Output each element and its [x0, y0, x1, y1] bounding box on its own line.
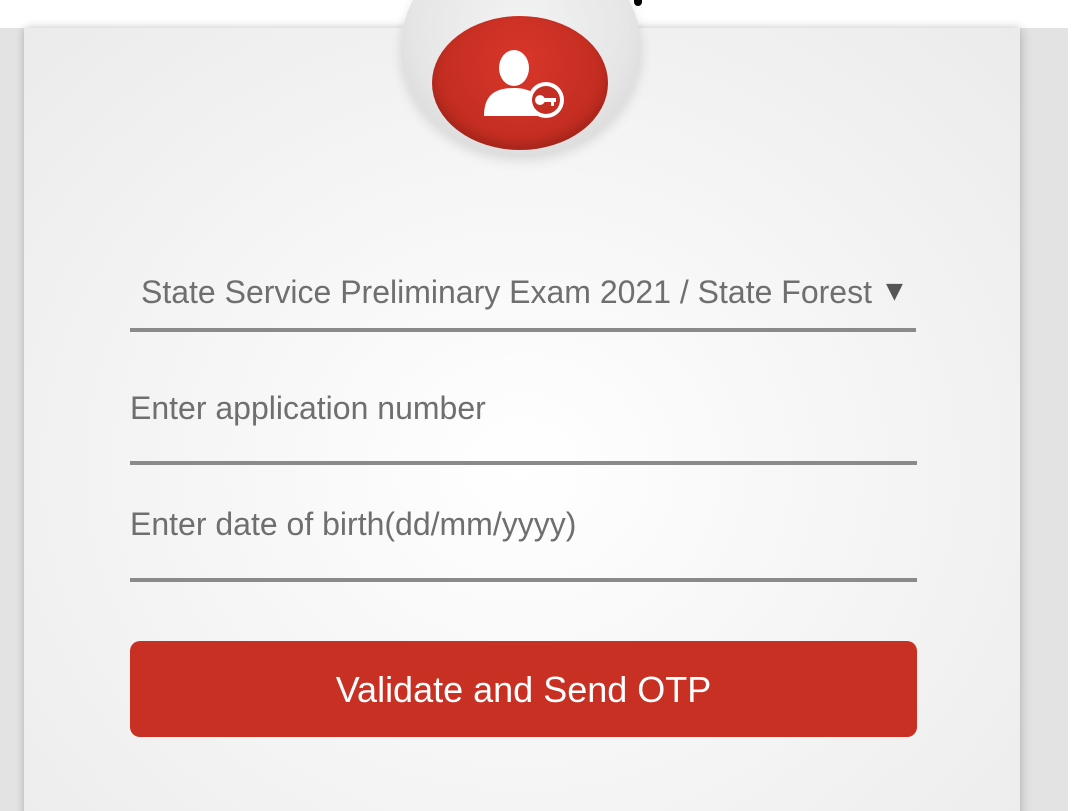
application-number-field-wrap	[130, 384, 917, 465]
application-number-input[interactable]	[130, 384, 917, 432]
date-of-birth-input[interactable]	[130, 500, 917, 548]
date-of-birth-field-wrap	[130, 500, 917, 582]
exam-select[interactable]: State Service Preliminary Exam 2021 / St…	[130, 264, 916, 332]
validate-send-otp-button[interactable]: Validate and Send OTP	[130, 641, 917, 737]
user-key-icon	[484, 50, 564, 118]
page: State Service Preliminary Exam 2021 / St…	[0, 0, 1080, 811]
caret-down-icon: ▼	[886, 279, 903, 304]
exam-select-value: State Service Preliminary Exam 2021 / St…	[141, 274, 874, 310]
